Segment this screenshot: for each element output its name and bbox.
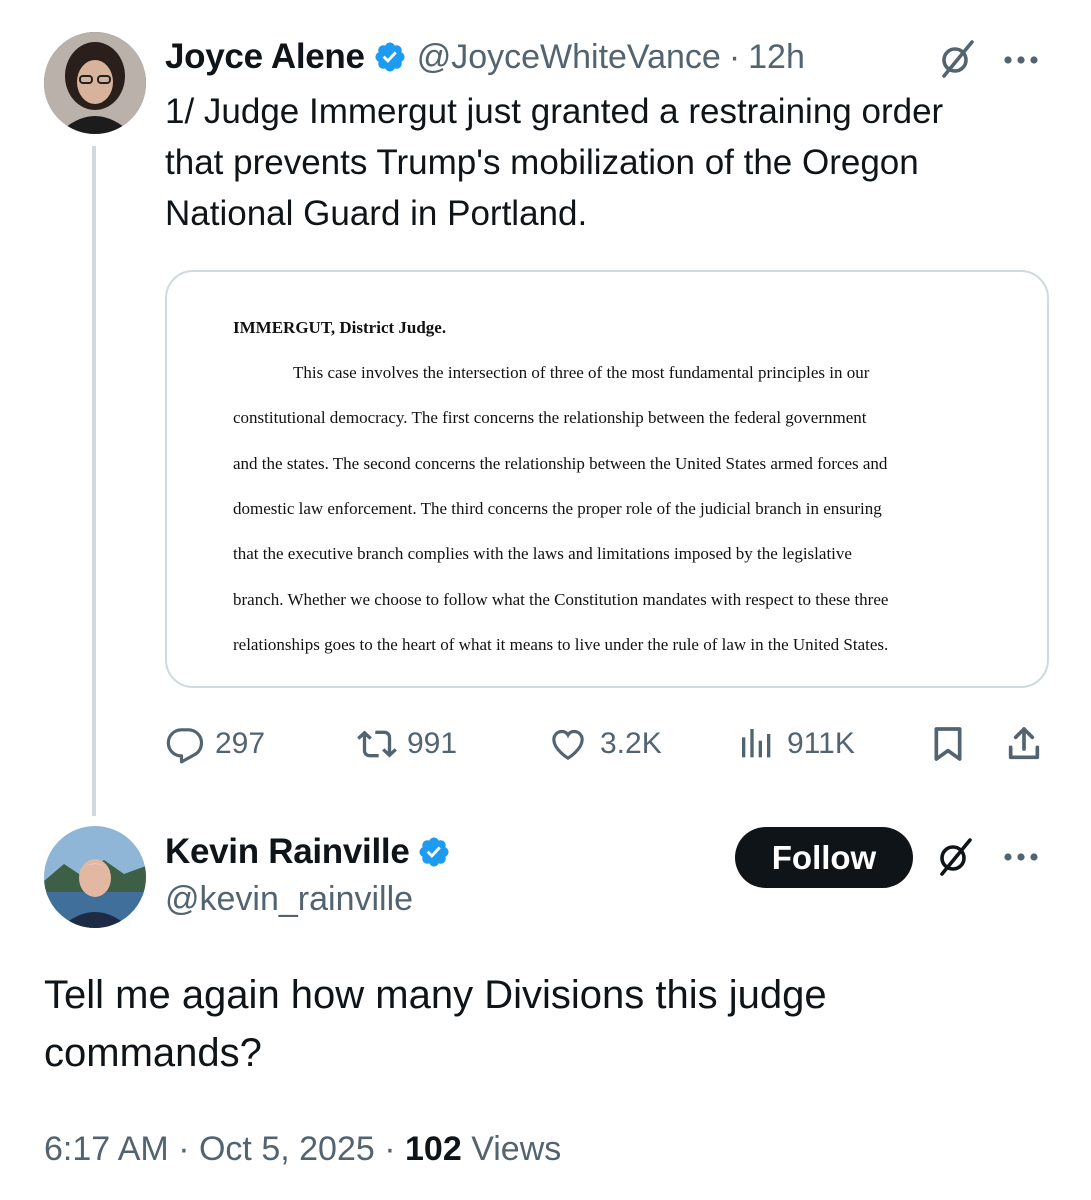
tweet-text-line: National Guard in Portland. xyxy=(165,194,588,233)
follow-button[interactable]: Follow xyxy=(735,827,913,888)
views-count: 911K xyxy=(787,727,855,760)
more-icon[interactable] xyxy=(1000,847,1044,867)
post-date[interactable]: Oct 5, 2025 xyxy=(199,1130,375,1168)
like-count: 3.2K xyxy=(600,727,662,760)
tweet-text-line: commands? xyxy=(44,1031,262,1075)
document-line: and the states. The second concerns the … xyxy=(233,454,888,473)
document-line: branch. Whether we choose to follow what… xyxy=(233,590,889,609)
separator-dot: · xyxy=(178,1130,190,1168)
document-heading: IMMERGUT, District Judge. xyxy=(233,318,447,337)
avatar-joyce-alene[interactable] xyxy=(44,32,146,134)
author-name[interactable]: Joyce Alene xyxy=(165,37,365,77)
separator-dot: · xyxy=(384,1130,396,1168)
grok-icon[interactable] xyxy=(934,836,976,878)
share-icon[interactable] xyxy=(1004,724,1044,764)
views-label: Views xyxy=(471,1130,562,1168)
views-count: 102 xyxy=(405,1130,462,1168)
document-line: that the executive branch complies with … xyxy=(233,544,852,563)
verified-badge-icon xyxy=(373,40,407,74)
reply-icon xyxy=(165,724,205,764)
thread-line xyxy=(92,146,96,816)
document-line: This case involves the intersection of t… xyxy=(293,363,870,382)
reply-count: 297 xyxy=(215,727,266,760)
reply-action[interactable]: 297 xyxy=(165,722,265,766)
tweet-metadata: 6:17 AM · Oct 5, 2025 · 102 Views xyxy=(44,1130,561,1169)
like-icon xyxy=(548,724,588,764)
repost-action[interactable]: 991 xyxy=(355,722,457,766)
tweet2-header: Kevin Rainville xyxy=(165,829,451,875)
post-time[interactable]: 6:17 AM xyxy=(44,1130,169,1168)
tweet-time[interactable]: 12h xyxy=(748,38,805,77)
tweet2-text: Tell me again how many Divisions this ju… xyxy=(44,966,1044,1082)
avatar-image xyxy=(44,32,146,134)
views-icon xyxy=(737,724,777,764)
repost-icon xyxy=(355,724,399,764)
verified-badge-icon xyxy=(417,835,451,869)
avatar-kevin-rainville[interactable] xyxy=(44,826,146,928)
tweet1-header: Joyce Alene @JoyceWhiteVance · 12h xyxy=(165,34,805,80)
author-handle[interactable]: @JoyceWhiteVance xyxy=(417,38,721,77)
author-handle[interactable]: @kevin_rainville xyxy=(165,880,413,919)
tweet1-text: 1/ Judge Immergut just granted a restrai… xyxy=(165,86,1065,239)
repost-count: 991 xyxy=(407,727,458,760)
document-line: domestic law enforcement. The third conc… xyxy=(233,499,882,518)
author-name[interactable]: Kevin Rainville xyxy=(165,832,410,872)
tweet-text-line: that prevents Trump's mobilization of th… xyxy=(165,143,919,182)
avatar-image xyxy=(44,826,146,928)
views-action[interactable]: 911K xyxy=(737,722,855,766)
grok-icon[interactable] xyxy=(936,38,978,80)
document-image-card[interactable]: IMMERGUT, District Judge. This case invo… xyxy=(165,270,1049,688)
like-action[interactable]: 3.2K xyxy=(548,722,662,766)
separator-dot: · xyxy=(728,37,741,76)
tweet-text-line: Tell me again how many Divisions this ju… xyxy=(44,973,827,1017)
more-icon[interactable] xyxy=(1000,50,1044,70)
bookmark-icon[interactable] xyxy=(928,724,968,764)
tweet-text-line: 1/ Judge Immergut just granted a restrai… xyxy=(165,92,944,131)
document-line: relationships goes to the heart of what … xyxy=(233,635,889,654)
document-line: constitutional democracy. The first conc… xyxy=(233,408,867,427)
